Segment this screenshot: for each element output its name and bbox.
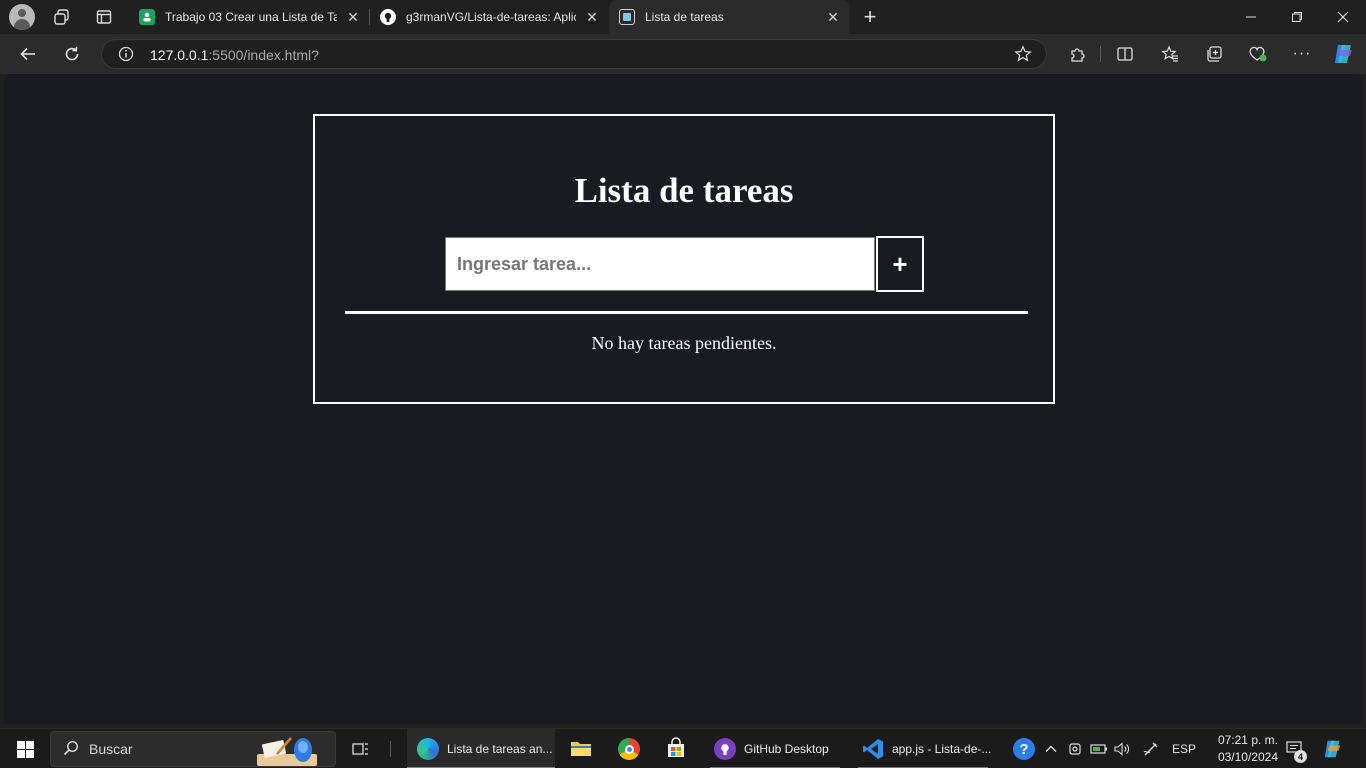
page-title: Lista de tareas [574,171,794,210]
page-icon [619,9,635,25]
close-tab-icon[interactable]: ✕ [345,9,361,26]
taskbar-app-label: app.js - Lista-de-... [892,742,992,756]
taskbar-app-vscode[interactable]: app.js - Lista-de-... [852,729,994,768]
favorites-icon[interactable] [1156,40,1184,68]
start-button[interactable] [10,729,40,768]
new-tab-button[interactable]: + [858,4,882,29]
empty-tasks-message: No hay tareas pendientes. [591,333,777,353]
taskbar-app-edge[interactable]: Lista de tareas an... [407,729,555,768]
browser-essentials-icon[interactable] [1244,40,1272,68]
browser-tab-strip: Trabajo 03 Crear una Lista de Tare ✕ g3r… [0,0,1366,34]
clock-date: 03/10/2024 [1217,750,1278,764]
search-icon [63,740,79,759]
favorite-star-icon[interactable] [1014,45,1032,68]
more-options-icon[interactable]: ··· [1288,40,1316,68]
taskbar-separator [390,741,391,757]
windows-taskbar: Buscar Lista de tareas an... GitHub Desk… [0,728,1366,768]
notification-count-badge: 4 [1294,750,1307,763]
volume-icon[interactable] [1112,729,1132,768]
todo-card: Lista de tareas + No hay tareas pendient… [313,114,1055,404]
close-tab-icon[interactable]: ✕ [584,9,600,26]
classroom-icon [139,9,155,25]
taskbar-search[interactable]: Buscar [50,731,336,767]
url-text: 127.0.0.1:5500/index.html? [150,47,319,63]
add-task-button[interactable]: + [876,236,924,292]
show-hidden-icons-chevron-icon[interactable] [1041,729,1061,768]
refresh-button[interactable] [58,40,86,68]
profile-avatar-icon[interactable] [9,4,35,30]
workspaces-icon[interactable] [50,5,74,29]
chrome-icon [618,738,640,760]
notifications-icon[interactable]: 4 [1283,729,1307,768]
help-icon[interactable]: ? [1011,729,1037,768]
edge-icon [417,738,439,760]
page-viewport: Lista de tareas + No hay tareas pendient… [4,74,1362,724]
copilot-taskbar-icon[interactable] [1320,729,1346,768]
tab-title: Lista de tareas [645,10,724,24]
microsoft-store-icon [665,736,687,762]
input-language[interactable]: ESP [1170,729,1198,768]
battery-icon[interactable] [1089,729,1109,768]
search-highlight-icon [253,734,323,768]
back-button[interactable] [14,40,42,68]
taskbar-clock[interactable]: 07:21 p. m. 03/10/2024 [1200,732,1278,766]
file-explorer-icon [570,739,592,760]
tab-lista-de-tareas[interactable]: Lista de tareas ✕ [609,0,849,34]
github-desktop-icon [714,738,736,760]
github-icon [380,9,396,25]
tab-actions-icon[interactable] [92,5,116,29]
taskbar-app-chrome[interactable] [614,729,644,768]
browser-toolbar: 127.0.0.1:5500/index.html? ··· [0,34,1366,74]
pen-icon[interactable] [1140,729,1162,768]
taskbar-app-github-desktop[interactable]: GitHub Desktop [704,729,846,768]
copilot-icon[interactable] [1330,40,1358,68]
split-screen-icon[interactable] [1111,40,1139,68]
search-placeholder: Buscar [89,741,133,757]
url-path: :5500/index.html? [208,47,319,63]
taskbar-app-label: Lista de tareas an... [447,742,553,756]
task-input[interactable] [445,237,875,291]
divider [345,311,1028,314]
url-host: 127.0.0.1 [150,47,209,63]
task-view-icon[interactable] [346,729,374,768]
toolbar-separator [1100,46,1101,62]
restore-icon[interactable] [1274,0,1320,34]
taskbar-app-file-explorer[interactable] [566,729,596,768]
close-window-icon[interactable] [1320,0,1366,34]
extensions-icon[interactable] [1063,40,1091,68]
vscode-icon [862,738,884,760]
minimize-icon[interactable] [1228,0,1274,34]
taskbar-app-label: GitHub Desktop [744,742,829,756]
collections-icon[interactable] [1200,40,1228,68]
camera-icon[interactable] [1066,729,1084,768]
site-info-icon[interactable] [118,46,134,67]
address-bar[interactable]: 127.0.0.1:5500/index.html? [101,39,1047,69]
tab-classroom[interactable]: Trabajo 03 Crear una Lista de Tare ✕ [129,0,369,34]
close-tab-icon[interactable]: ✕ [825,9,841,26]
taskbar-app-store[interactable] [661,729,691,768]
tab-title: Trabajo 03 Crear una Lista de Tare [165,10,337,24]
tab-github[interactable]: g3rmanVG/Lista-de-tareas: Aplica ✕ [370,0,608,34]
clock-time: 07:21 p. m. [1217,733,1278,747]
tab-title: g3rmanVG/Lista-de-tareas: Aplica [406,10,576,24]
